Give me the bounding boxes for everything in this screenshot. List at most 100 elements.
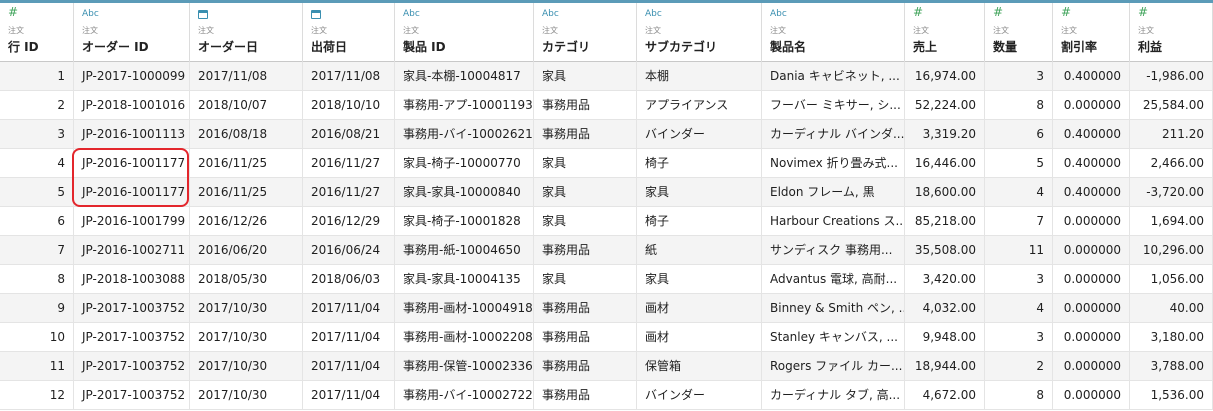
cell-discount[interactable]: 0.400000 [1053, 120, 1130, 149]
cell-discount[interactable]: 0.000000 [1053, 207, 1130, 236]
column-header-product-id[interactable]: Abc 注文 製品 ID [395, 3, 534, 62]
cell-discount[interactable]: 0.000000 [1053, 323, 1130, 352]
cell-order-id[interactable]: JP-2016-1001799 [74, 207, 190, 236]
cell-product-name[interactable]: カーディナル タブ, 高... [762, 381, 905, 410]
cell-subcategory[interactable]: 画材 [637, 294, 762, 323]
cell-order-date[interactable]: 2017/10/30 [190, 323, 303, 352]
table-row[interactable]: 11 JP-2017-1003752 2017/10/30 2017/11/04 事務用… [0, 352, 1213, 381]
cell-profit[interactable]: 1,056.00 [1130, 265, 1213, 294]
cell-profit[interactable]: 1,694.00 [1130, 207, 1213, 236]
cell-subcategory[interactable]: 家具 [637, 265, 762, 294]
cell-profit[interactable]: 2,466.00 [1130, 149, 1213, 178]
cell-discount[interactable]: 0.400000 [1053, 178, 1130, 207]
cell-row-id[interactable]: 9 [0, 294, 74, 323]
cell-order-id[interactable]: JP-2017-1003752 [74, 381, 190, 410]
cell-quantity[interactable]: 6 [985, 120, 1053, 149]
table-row[interactable]: 9 JP-2017-1003752 2017/10/30 2017/11/04 事務用-… [0, 294, 1213, 323]
cell-discount[interactable]: 0.000000 [1053, 265, 1130, 294]
cell-category[interactable]: 家具 [534, 62, 637, 91]
cell-order-id[interactable]: JP-2018-1003088 [74, 265, 190, 294]
cell-order-id[interactable]: JP-2016-1001177 [74, 178, 190, 207]
cell-product-id[interactable]: 事務用-画材-10004918 [395, 294, 534, 323]
cell-ship-date[interactable]: 2016/08/21 [303, 120, 395, 149]
cell-profit[interactable]: 10,296.00 [1130, 236, 1213, 265]
cell-category[interactable]: 家具 [534, 178, 637, 207]
cell-discount[interactable]: 0.400000 [1053, 149, 1130, 178]
cell-ship-date[interactable]: 2018/10/10 [303, 91, 395, 120]
cell-category[interactable]: 事務用品 [534, 323, 637, 352]
cell-order-id[interactable]: JP-2017-1003752 [74, 294, 190, 323]
cell-sales[interactable]: 4,672.00 [905, 381, 985, 410]
cell-category[interactable]: 家具 [534, 265, 637, 294]
cell-category[interactable]: 事務用品 [534, 294, 637, 323]
cell-quantity[interactable]: 7 [985, 207, 1053, 236]
cell-sales[interactable]: 52,224.00 [905, 91, 985, 120]
cell-row-id[interactable]: 4 [0, 149, 74, 178]
cell-ship-date[interactable]: 2016/11/27 [303, 178, 395, 207]
table-row[interactable]: 8 JP-2018-1003088 2018/05/30 2018/06/03 家具-家… [0, 265, 1213, 294]
cell-product-id[interactable]: 事務用-紙-10004650 [395, 236, 534, 265]
cell-category[interactable]: 家具 [534, 207, 637, 236]
cell-row-id[interactable]: 5 [0, 178, 74, 207]
table-row[interactable]: 2 JP-2018-1001016 2018/10/07 2018/10/10 事務用-… [0, 91, 1213, 120]
column-header-sales[interactable]: # 注文 売上 [905, 3, 985, 62]
cell-product-id[interactable]: 事務用-画材-10002208 [395, 323, 534, 352]
column-header-category[interactable]: Abc 注文 カテゴリ [534, 3, 637, 62]
cell-sales[interactable]: 4,032.00 [905, 294, 985, 323]
cell-product-name[interactable]: Harbour Creations ス... [762, 207, 905, 236]
cell-subcategory[interactable]: 画材 [637, 323, 762, 352]
cell-order-date[interactable]: 2017/11/08 [190, 62, 303, 91]
cell-sales[interactable]: 3,420.00 [905, 265, 985, 294]
cell-sales[interactable]: 85,218.00 [905, 207, 985, 236]
cell-discount[interactable]: 0.400000 [1053, 62, 1130, 91]
cell-ship-date[interactable]: 2017/11/04 [303, 352, 395, 381]
table-row[interactable]: 12 JP-2017-1003752 2017/10/30 2017/11/04 事務用… [0, 381, 1213, 410]
cell-quantity[interactable]: 4 [985, 294, 1053, 323]
cell-discount[interactable]: 0.000000 [1053, 352, 1130, 381]
cell-profit[interactable]: -1,986.00 [1130, 62, 1213, 91]
table-row[interactable]: 1 JP-2017-1000099 2017/11/08 2017/11/08 家具-本… [0, 62, 1213, 91]
cell-profit[interactable]: 3,788.00 [1130, 352, 1213, 381]
table-row[interactable]: 5 JP-2016-1001177 2016/11/25 2016/11/27 家具-家… [0, 178, 1213, 207]
column-header-quantity[interactable]: # 注文 数量 [985, 3, 1053, 62]
cell-order-id[interactable]: JP-2016-1001177 [74, 149, 190, 178]
cell-quantity[interactable]: 8 [985, 381, 1053, 410]
cell-profit[interactable]: 40.00 [1130, 294, 1213, 323]
cell-subcategory[interactable]: アプライアンス [637, 91, 762, 120]
column-header-profit[interactable]: # 注文 利益 [1130, 3, 1213, 62]
cell-sales[interactable]: 9,948.00 [905, 323, 985, 352]
cell-ship-date[interactable]: 2018/06/03 [303, 265, 395, 294]
cell-order-date[interactable]: 2017/10/30 [190, 381, 303, 410]
cell-subcategory[interactable]: 本棚 [637, 62, 762, 91]
column-header-order-date[interactable]: 注文 オーダー日 [190, 3, 303, 62]
cell-quantity[interactable]: 3 [985, 62, 1053, 91]
cell-subcategory[interactable]: 保管箱 [637, 352, 762, 381]
cell-product-id[interactable]: 家具-本棚-10004817 [395, 62, 534, 91]
cell-discount[interactable]: 0.000000 [1053, 294, 1130, 323]
cell-order-date[interactable]: 2016/06/20 [190, 236, 303, 265]
cell-profit[interactable]: -3,720.00 [1130, 178, 1213, 207]
cell-quantity[interactable]: 3 [985, 323, 1053, 352]
cell-ship-date[interactable]: 2016/11/27 [303, 149, 395, 178]
cell-order-date[interactable]: 2016/12/26 [190, 207, 303, 236]
cell-quantity[interactable]: 4 [985, 178, 1053, 207]
cell-order-id[interactable]: JP-2017-1003752 [74, 323, 190, 352]
cell-product-name[interactable]: サンディスク 事務用... [762, 236, 905, 265]
cell-ship-date[interactable]: 2017/11/04 [303, 323, 395, 352]
cell-profit[interactable]: 3,180.00 [1130, 323, 1213, 352]
cell-row-id[interactable]: 2 [0, 91, 74, 120]
cell-product-id[interactable]: 家具-椅子-10001828 [395, 207, 534, 236]
cell-order-date[interactable]: 2016/11/25 [190, 149, 303, 178]
cell-order-date[interactable]: 2017/10/30 [190, 352, 303, 381]
cell-product-id[interactable]: 家具-家具-10004135 [395, 265, 534, 294]
cell-product-id[interactable]: 家具-椅子-10000770 [395, 149, 534, 178]
cell-sales[interactable]: 35,508.00 [905, 236, 985, 265]
cell-row-id[interactable]: 1 [0, 62, 74, 91]
cell-product-id[interactable]: 家具-家具-10000840 [395, 178, 534, 207]
cell-quantity[interactable]: 8 [985, 91, 1053, 120]
cell-order-date[interactable]: 2017/10/30 [190, 294, 303, 323]
cell-product-name[interactable]: Advantus 電球, 高耐... [762, 265, 905, 294]
cell-quantity[interactable]: 3 [985, 265, 1053, 294]
cell-row-id[interactable]: 8 [0, 265, 74, 294]
cell-discount[interactable]: 0.000000 [1053, 91, 1130, 120]
